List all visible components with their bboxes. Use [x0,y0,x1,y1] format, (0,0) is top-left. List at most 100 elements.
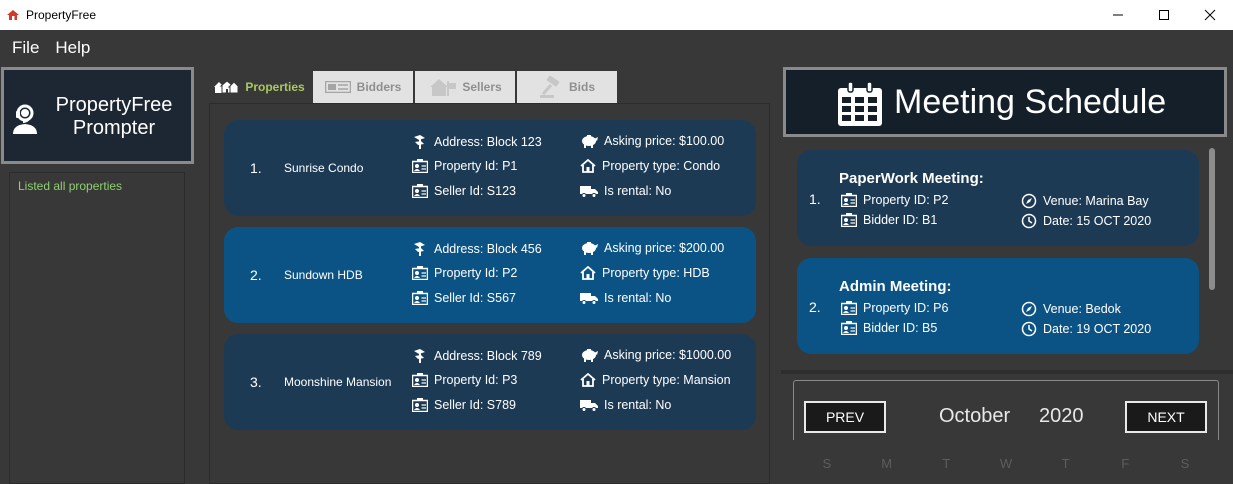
meeting-index: 2. [809,299,821,315]
prompter-title-line1: PropertyFree [55,94,173,116]
maximize-icon [1159,10,1169,20]
result-display[interactable]: Listed all properties [9,172,185,484]
meeting-property-id-text: Property ID: P2 [863,193,949,207]
property-type-text: Property type: Condo [602,159,721,173]
calendar-icon [838,81,882,126]
is-rental-field: Is rental: No [580,184,671,198]
prompter-header: PropertyFree Prompter [1,67,194,164]
id-badge-icon [412,398,428,412]
seller-id-text: Seller Id: S567 [434,291,516,305]
clock-icon [1021,321,1037,337]
piggy-bank-icon [582,242,598,255]
id-badge-icon [841,193,857,207]
property-type-field: Property type: Condo [580,159,720,173]
id-badge-icon [412,159,428,173]
weekday-label: F [1121,456,1130,471]
menu-bar: File Help [0,30,1233,66]
property-card[interactable]: 2. Sundown HDB Address: Block 456 Proper… [224,227,756,323]
id-badge-icon [841,321,857,335]
meeting-schedule-title: Meeting Schedule [894,83,1167,121]
property-id-text: Property Id: P1 [434,159,518,173]
calendar-month: October [939,405,1011,427]
piggy-bank-icon [582,349,598,362]
id-badge-icon [412,184,428,198]
truck-icon [580,400,598,412]
window-title: PropertyFree [26,8,97,22]
meeting-bidder-id: Bidder ID: B5 [841,321,937,335]
property-index: 1. [250,160,262,176]
app-logo-icon [7,10,19,20]
meeting-list-scrollbar[interactable] [1209,148,1215,290]
prev-month-button[interactable]: PREV [804,401,886,433]
maximize-button[interactable] [1141,0,1187,30]
next-month-button[interactable]: NEXT [1125,401,1207,433]
asking-price-text: Asking price: $200.00 [604,241,725,255]
seller-id-field: Seller Id: S567 [412,291,516,305]
close-button[interactable] [1187,0,1233,30]
title-bar: PropertyFree [0,0,1233,30]
property-type-field: Property type: Mansion [580,373,731,387]
main-panel: Properties Bidders Sellers Bids 1. Sunri… [207,66,780,484]
tab-bar: Properties Bidders Sellers Bids [207,71,619,103]
seller-id-field: Seller Id: S789 [412,398,516,412]
address-text: Address: Block 456 [434,242,542,256]
id-badge-icon [412,373,428,387]
prompter-title: PropertyFree Prompter [44,94,184,140]
asking-price-text: Asking price: $1000.00 [604,348,732,362]
meeting-venue-text: Venue: Marina Bay [1043,194,1149,208]
calendar-year: 2020 [1039,405,1084,427]
property-list[interactable]: 1. Sunrise Condo Address: Block 123 Prop… [209,103,770,484]
truck-icon [580,186,598,198]
address-field: Address: Block 456 [412,241,542,257]
minimize-button[interactable] [1095,0,1141,30]
houses-icon [213,80,240,94]
house-sale-icon [428,77,457,97]
property-id-text: Property Id: P3 [434,373,518,387]
seller-id-field: Seller Id: S123 [412,184,516,198]
property-id-field: Property Id: P2 [412,266,517,280]
property-type-field: Property type: HDB [580,266,710,280]
meeting-property-id: Property ID: P2 [841,193,948,207]
property-id-field: Property Id: P1 [412,159,517,173]
truck-icon [580,293,598,305]
meeting-index: 1. [809,191,821,207]
property-name: Sunrise Condo [284,161,364,175]
signpost-icon [414,349,425,363]
asking-price-text: Asking price: $100.00 [604,134,725,148]
meeting-venue: Venue: Marina Bay [1021,193,1149,209]
meeting-property-id: Property ID: P6 [841,301,948,315]
menu-help[interactable]: Help [55,38,90,58]
tab-sellers[interactable]: Sellers [415,71,515,103]
result-text: Listed all properties [18,179,123,193]
meeting-list[interactable]: PaperWork Meeting: 1. Property ID: P2 Bi… [785,142,1223,374]
address-text: Address: Block 789 [434,349,542,363]
meeting-bidder-id: Bidder ID: B1 [841,213,937,227]
meeting-card[interactable]: PaperWork Meeting: 1. Property ID: P2 Bi… [797,150,1199,246]
is-rental-field: Is rental: No [580,291,671,305]
menu-file[interactable]: File [12,38,39,58]
tab-bidders[interactable]: Bidders [313,71,413,103]
id-badge-icon [841,301,857,315]
tab-properties[interactable]: Properties [207,71,311,103]
tab-bids[interactable]: Bids [517,71,617,103]
weekday-label: S [1180,456,1190,471]
meeting-date: Date: 15 OCT 2020 [1021,213,1151,229]
clock-icon [1021,213,1037,229]
asking-price-field: Asking price: $1000.00 [580,348,731,362]
tab-sellers-label: Sellers [462,80,502,94]
property-name: Moonshine Mansion [284,375,392,389]
panel-divider[interactable] [781,370,1233,374]
weekday-label: T [942,456,951,471]
property-card[interactable]: 3. Moonshine Mansion Address: Block 789 … [224,334,756,430]
compass-icon [1021,301,1037,317]
home-icon [580,373,596,387]
id-badge-icon [841,213,857,227]
meeting-card[interactable]: Admin Meeting: 2. Property ID: P6 Bidder… [797,258,1199,354]
compass-icon [1021,193,1037,209]
close-icon [1204,9,1216,21]
weekday-label: W [999,456,1013,471]
tab-bids-label: Bids [568,80,595,94]
tab-properties-label: Properties [245,80,305,94]
meeting-venue: Venue: Bedok [1021,301,1121,317]
property-card[interactable]: 1. Sunrise Condo Address: Block 123 Prop… [224,120,756,216]
